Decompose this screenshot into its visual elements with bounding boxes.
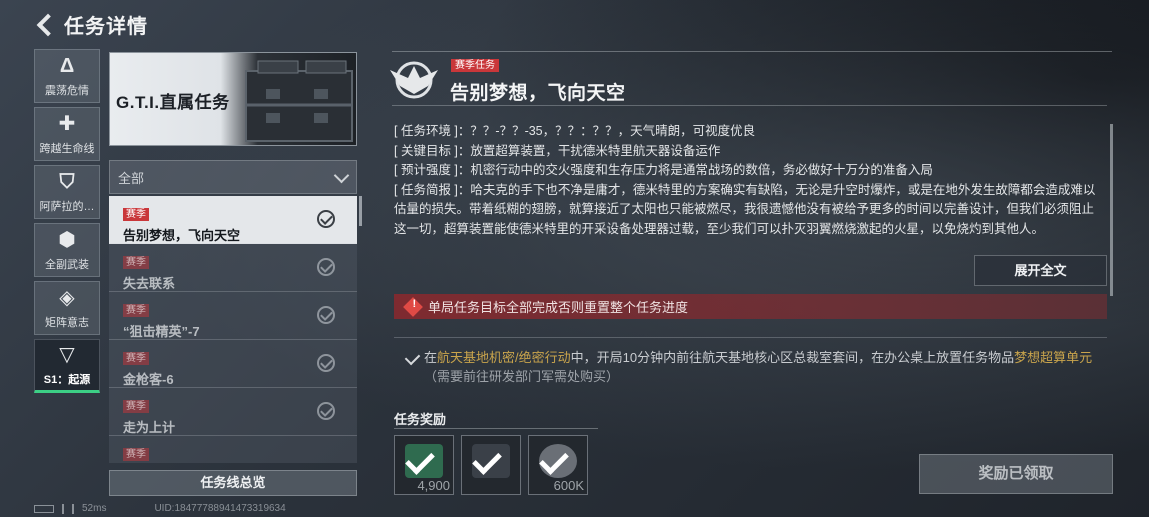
divider <box>392 51 1112 52</box>
nav-label: 全副武装 <box>45 259 89 271</box>
season-tag: 赛季 <box>123 256 149 269</box>
task-list: 赛季 告别梦想，飞向天空 赛季 失去联系 赛季 “狙击精英”-7 赛季 金枪客-… <box>109 196 357 463</box>
nav-item-5[interactable]: ▽ S1：起源 <box>34 339 100 393</box>
expand-full-text-button[interactable]: 展开全文 <box>974 255 1107 286</box>
reward-item[interactable]: 4,900 <box>394 435 454 495</box>
delta-icon: Δ <box>59 55 75 77</box>
season-tag: 赛季 <box>123 352 149 365</box>
warning-icon <box>403 296 423 317</box>
task-name: 金枪客-6 <box>123 372 174 387</box>
nav-item-2[interactable]: ⛉ 阿萨拉的… <box>34 165 100 219</box>
filter-label: 全部 <box>118 170 145 186</box>
warning-text: 单局任务目标全部完成否则重置整个任务进度 <box>428 300 689 315</box>
reward-list: 4,900 600K <box>394 435 588 495</box>
task-name: 走为上计 <box>123 420 176 435</box>
task-item[interactable]: 赛季 <box>109 436 357 463</box>
task-name: “狙击精英”-7 <box>123 324 200 339</box>
reward-item[interactable] <box>461 435 521 495</box>
season-task-tag: 赛季任务 <box>451 59 499 72</box>
cross-icon: ✚ <box>58 113 76 135</box>
diamond-icon: ◈ <box>59 287 75 309</box>
banner-title: G.T.I.直属任务 <box>116 93 230 112</box>
divider <box>394 428 598 429</box>
divider <box>392 105 1107 106</box>
task-description: [ 任务环境 ]：？？-？？-35，？？：？？，天气晴朗，可视度优良 [ 关键目… <box>394 122 1106 249</box>
objective-location: 航天基地机密/绝密行动 <box>437 350 571 365</box>
nav-item-0[interactable]: Δ 震荡危情 <box>34 49 100 103</box>
task-item[interactable]: 赛季 失去联系 <box>109 244 357 292</box>
desc-line: [ 任务环境 ]：？？-？？-35，？？：？？，天气晴朗，可视度优良 <box>394 124 756 138</box>
medal-check-icon <box>317 306 335 324</box>
back-arrow-icon[interactable] <box>34 12 58 36</box>
weapon-crate-icon <box>245 60 353 142</box>
task-name: 失去联系 <box>123 276 176 291</box>
signal-icon <box>62 503 74 514</box>
reward-amount: 4,900 <box>417 478 450 493</box>
nav-label: 跨越生命线 <box>39 143 95 155</box>
task-item[interactable]: 赛季 金枪客-6 <box>109 340 357 388</box>
season-tag: 赛季 <box>123 304 149 317</box>
nav-item-3[interactable]: ⬢ 全副武装 <box>34 223 100 277</box>
nav-label: 震荡危情 <box>45 85 89 97</box>
nav-item-4[interactable]: ◈ 矩阵意志 <box>34 281 100 335</box>
status-bar: 52ms UID:18477788941473319634 <box>34 503 286 514</box>
nav-label: 矩阵意志 <box>45 317 89 329</box>
hexagon-icon: ⬢ <box>58 229 76 251</box>
reward-title: 任务奖励 <box>394 412 447 427</box>
medal-check-icon <box>317 258 335 276</box>
desc-line: [ 任务简报 ]：哈夫克的手下也不净是庸才，德米特里的方案确实有缺陷，无论是升空… <box>394 182 1096 236</box>
chevron-down-icon <box>334 170 348 184</box>
shield-icon: ⛉ <box>59 171 75 193</box>
task-item[interactable]: 赛季 “狙击精英”-7 <box>109 292 357 340</box>
task-filter-dropdown[interactable]: 全部 <box>109 160 357 194</box>
task-list-scrollbar[interactable] <box>359 196 362 226</box>
warning-banner: 单局任务目标全部完成否则重置整个任务进度 <box>394 294 1107 319</box>
description-scrollbar[interactable] <box>1110 124 1113 296</box>
task-objective: 在航天基地机密/绝密行动中，开局10分钟内前往航天基地核心区总裁室套间，在办公桌… <box>394 337 1107 395</box>
nav-label: 阿萨拉的… <box>39 201 95 213</box>
desc-line: [ 预计强度 ]：机密行动中的交火强度和生存压力将是通常战场的数倍，务必做好十万… <box>394 163 933 177</box>
triangle-icon: ▽ <box>59 344 75 366</box>
reward-item[interactable]: 600K <box>528 435 588 495</box>
nav-label: S1：起源 <box>43 374 91 386</box>
medal-check-icon <box>317 402 335 420</box>
task-item[interactable]: 赛季 告别梦想，飞向天空 <box>109 196 357 244</box>
desc-line: [ 关键目标 ]：放置超算装置，干扰德米特里航天器设备运作 <box>394 143 721 158</box>
medal-check-icon <box>317 210 335 228</box>
medal-check-icon <box>317 354 335 372</box>
task-title: 告别梦想，飞向天空 <box>450 83 626 104</box>
objective-item: 梦想超算单元 <box>1014 350 1093 365</box>
task-line-overview-button[interactable]: 任务线总览 <box>109 470 357 496</box>
battery-icon <box>34 504 54 513</box>
season-tag: 赛季 <box>123 400 149 413</box>
uid-text: UID:18477788941473319634 <box>154 503 286 514</box>
season-tag: 赛季 <box>123 448 149 461</box>
ping-text: 52ms <box>82 503 107 514</box>
reward-claimed-button[interactable]: 奖励已领取 <box>919 454 1113 494</box>
check-icon <box>404 349 421 366</box>
reward-amount: 600K <box>553 478 584 493</box>
eagle-emblem-icon <box>390 61 438 99</box>
header: 任务详情 <box>34 10 148 38</box>
task-item[interactable]: 赛季 走为上计 <box>109 388 357 436</box>
category-nav: Δ 震荡危情 ✚ 跨越生命线 ⛉ 阿萨拉的… ⬢ 全副武装 ◈ 矩阵意志 ▽ S… <box>34 49 100 397</box>
season-tag: 赛季 <box>123 208 149 221</box>
task-line-banner: G.T.I.直属任务 <box>109 52 357 146</box>
task-name: 告别梦想，飞向天空 <box>123 228 241 243</box>
page-title: 任务详情 <box>64 15 148 38</box>
nav-item-1[interactable]: ✚ 跨越生命线 <box>34 107 100 161</box>
